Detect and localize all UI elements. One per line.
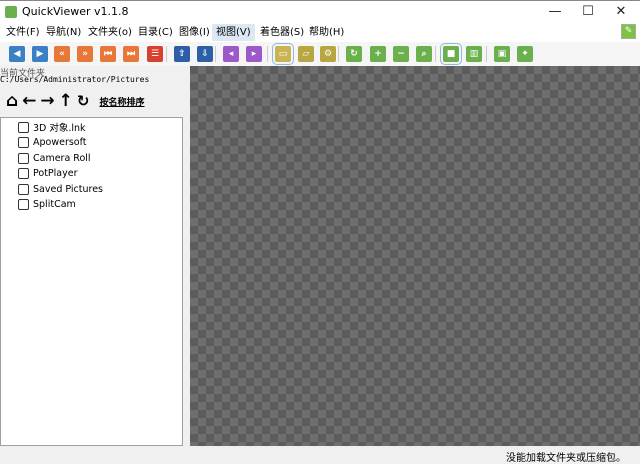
close-button[interactable]: ✕ xyxy=(606,3,636,21)
folder-tree[interactable]: 3D 对象.lnk Apowersoft Camera Roll PotPlayer S… xyxy=(0,117,183,446)
menu-6[interactable]: 着色器(S) xyxy=(256,24,308,41)
folder-item-label: SplitCam xyxy=(33,199,76,210)
fast-forward-icon[interactable]: » xyxy=(77,46,93,62)
toolbar-separator xyxy=(166,46,167,62)
folder-item-label: PotPlayer xyxy=(33,168,78,179)
status-bar: 没能加载文件夹或压缩包。 xyxy=(0,446,640,464)
checkbox[interactable] xyxy=(18,121,29,133)
forward-arrow-icon[interactable]: → xyxy=(40,91,54,111)
menu-4[interactable]: 图像(I) xyxy=(175,24,214,41)
dual-page-icon[interactable]: ▥ xyxy=(466,46,482,62)
menu-5[interactable]: 视图(V) xyxy=(212,24,255,41)
checkbox[interactable] xyxy=(18,152,29,164)
folder-item[interactable]: PotPlayer xyxy=(18,167,78,181)
slideshow-icon[interactable]: ▣ xyxy=(494,46,510,62)
title-bar: QuickViewer v1.1.8 — ☐ ✕ xyxy=(0,0,640,22)
folder-item-label: Camera Roll xyxy=(33,152,91,164)
status-text: 没能加载文件夹或压缩包。 xyxy=(506,453,626,464)
catalog-icon[interactable]: ▱ xyxy=(298,46,314,62)
zoom-out-icon[interactable]: − xyxy=(393,46,409,62)
toolbar-separator xyxy=(338,46,339,62)
edit-icon[interactable]: ✎ xyxy=(621,24,636,39)
next-page-icon[interactable]: ▶ xyxy=(32,46,48,62)
menu-bar: 文件(F) 导航(N) 文件夹(o) 目录(C) 图像(I) 视图(V) 着色器(S) 帮助(… xyxy=(0,22,640,42)
maximize-button[interactable]: ☐ xyxy=(573,3,603,21)
checkbox[interactable] xyxy=(18,168,29,179)
settings-icon[interactable]: ⚙ xyxy=(320,46,336,62)
app-icon xyxy=(5,6,17,18)
prev-folder-icon[interactable]: ⇧ xyxy=(174,46,190,62)
checkbox[interactable] xyxy=(18,199,29,210)
up-arrow-icon[interactable]: ↑ xyxy=(59,91,73,111)
page-list-icon[interactable]: ☰ xyxy=(147,46,163,62)
first-page-icon[interactable]: ⏮ xyxy=(100,46,116,62)
folder-panel: 当前文件夹 C:/Users/Administrator/Pictures ⌂ … xyxy=(0,66,190,446)
home-icon[interactable]: ⌂ xyxy=(6,91,18,111)
next-folder-icon[interactable]: ⇩ xyxy=(197,46,213,62)
refresh-icon[interactable]: ↻ xyxy=(77,92,90,110)
current-path: C:/Users/Administrator/Pictures xyxy=(0,75,150,84)
single-page-icon[interactable]: ■ xyxy=(440,43,462,65)
toolbar-separator xyxy=(267,46,268,62)
checkbox[interactable] xyxy=(18,183,29,195)
last-page-icon[interactable]: ⏭ xyxy=(123,46,139,62)
folder-item[interactable]: SplitCam xyxy=(18,198,76,212)
folder-item[interactable]: Apowersoft xyxy=(18,136,87,150)
toolbar-separator xyxy=(215,46,216,62)
folder-item-label: Apowersoft xyxy=(33,137,87,148)
rotate-icon[interactable]: ↻ xyxy=(346,46,362,62)
sort-by-name-link[interactable]: 按名称排序 xyxy=(100,95,145,108)
folder-item[interactable]: Saved Pictures xyxy=(18,182,103,196)
menu-3[interactable]: 目录(C) xyxy=(134,24,177,41)
menu-7[interactable]: 帮助(H) xyxy=(305,24,348,41)
folder-item-label: 3D 对象.lnk xyxy=(33,123,86,134)
checkbox[interactable] xyxy=(18,137,29,148)
menu-0[interactable]: 文件(F) xyxy=(2,24,44,41)
toolbar: ◀ ▶ « » ⏮ ⏭ ☰ ⇧ ⇩ ◂ ▸ ▭ ▱ ⚙ ↻ + − ⌕ ■ ▥ ▣ ✦ xyxy=(0,42,640,66)
image-viewer[interactable] xyxy=(190,66,640,446)
toolbar-separator xyxy=(435,46,436,62)
folder-view-icon[interactable]: ▭ xyxy=(272,43,294,65)
prev-volume-icon[interactable]: ◂ xyxy=(223,46,239,62)
fast-backward-icon[interactable]: « xyxy=(54,46,70,62)
fit-icon[interactable]: ⌕ xyxy=(416,46,432,62)
window-title: QuickViewer v1.1.8 xyxy=(22,5,129,18)
zoom-in-icon[interactable]: + xyxy=(370,46,386,62)
menu-2[interactable]: 文件夹(o) xyxy=(84,24,136,41)
menu-1[interactable]: 导航(N) xyxy=(42,24,85,41)
prev-page-icon[interactable]: ◀ xyxy=(9,46,25,62)
folder-item-label: Saved Pictures xyxy=(33,183,103,195)
toolbar-separator xyxy=(486,46,487,62)
pin-icon[interactable]: ✦ xyxy=(517,46,533,62)
back-arrow-icon[interactable]: ← xyxy=(22,91,36,111)
next-volume-icon[interactable]: ▸ xyxy=(246,46,262,62)
folder-item[interactable]: 3D 对象.lnk xyxy=(18,120,86,134)
minimize-button[interactable]: — xyxy=(540,3,570,21)
folder-item[interactable]: Camera Roll xyxy=(18,151,91,165)
